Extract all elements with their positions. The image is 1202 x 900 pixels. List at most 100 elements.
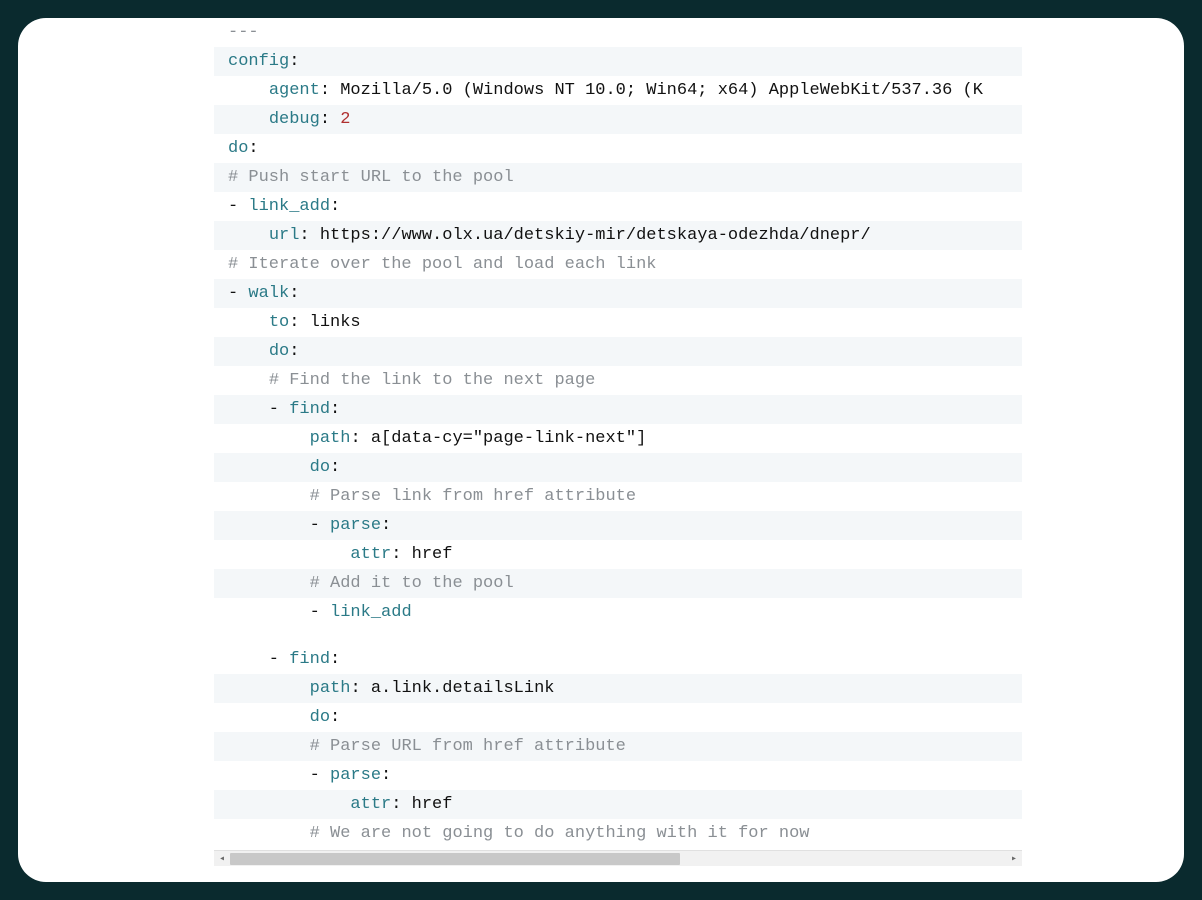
code-token: find bbox=[289, 400, 330, 419]
code-token bbox=[228, 81, 269, 100]
code-token bbox=[228, 824, 310, 843]
code-line: - parse: bbox=[214, 761, 1022, 790]
code-token: : bbox=[330, 708, 340, 727]
code-token: : bbox=[330, 458, 340, 477]
code-token: - bbox=[228, 650, 289, 669]
code-token: - bbox=[228, 766, 330, 785]
code-line: to: links bbox=[214, 308, 1022, 337]
code-token bbox=[228, 708, 310, 727]
code-token: # Iterate over the pool and load each li… bbox=[228, 255, 656, 274]
code-token: : Mozilla/5.0 (Windows NT 10.0; Win64; x… bbox=[320, 81, 983, 100]
code-block[interactable]: ---config: agent: Mozilla/5.0 (Windows N… bbox=[214, 18, 1022, 866]
code-line: path: a[data-cy="page-link-next"] bbox=[214, 424, 1022, 453]
code-token: to bbox=[269, 313, 289, 332]
code-token: --- bbox=[228, 23, 259, 42]
code-token: - bbox=[228, 516, 330, 535]
code-token: link_add bbox=[248, 197, 330, 216]
code-token bbox=[228, 795, 350, 814]
code-token bbox=[228, 110, 269, 129]
code-token: : bbox=[289, 52, 299, 71]
code-line: - walk: bbox=[214, 279, 1022, 308]
code-line: # We are not going to do anything with i… bbox=[214, 819, 1022, 848]
code-token: - bbox=[228, 284, 248, 303]
code-token: do bbox=[228, 139, 248, 158]
code-token: agent bbox=[269, 81, 320, 100]
code-token: - bbox=[228, 197, 248, 216]
code-line: - parse: bbox=[214, 511, 1022, 540]
code-line: config: bbox=[214, 47, 1022, 76]
code-token bbox=[228, 679, 310, 698]
code-token: path bbox=[310, 429, 351, 448]
code-token: : bbox=[381, 766, 391, 785]
code-token: : https://www.olx.ua/detskiy-mir/detskay… bbox=[299, 226, 870, 245]
code-token bbox=[228, 342, 269, 361]
code-token: do bbox=[310, 458, 330, 477]
code-token bbox=[228, 429, 310, 448]
code-line: do: bbox=[214, 134, 1022, 163]
code-token: walk bbox=[248, 284, 289, 303]
code-line: # Push start URL to the pool bbox=[214, 163, 1022, 192]
code-token bbox=[228, 226, 269, 245]
scroll-left-arrow-icon[interactable]: ◂ bbox=[214, 851, 230, 867]
code-token bbox=[228, 371, 269, 390]
code-token: path bbox=[310, 679, 351, 698]
code-token bbox=[228, 458, 310, 477]
code-line: # Iterate over the pool and load each li… bbox=[214, 250, 1022, 279]
code-token: # Parse link from href attribute bbox=[310, 487, 636, 506]
code-token bbox=[228, 545, 350, 564]
code-line: agent: Mozilla/5.0 (Windows NT 10.0; Win… bbox=[214, 76, 1022, 105]
code-token: : bbox=[289, 342, 299, 361]
code-line: - find: bbox=[214, 645, 1022, 674]
code-token: - bbox=[228, 603, 330, 622]
code-line: url: https://www.olx.ua/detskiy-mir/dets… bbox=[214, 221, 1022, 250]
code-token: # We are not going to do anything with i… bbox=[310, 824, 810, 843]
code-token: : bbox=[330, 197, 340, 216]
code-token: link_add bbox=[330, 603, 412, 622]
code-token: 2 bbox=[340, 110, 350, 129]
code-line: - find: bbox=[214, 395, 1022, 424]
code-token: : a[data-cy="page-link-next"] bbox=[350, 429, 646, 448]
code-blank-line bbox=[214, 627, 1022, 645]
code-token: : bbox=[248, 139, 258, 158]
code-token: parse bbox=[330, 516, 381, 535]
code-token: # Add it to the pool bbox=[310, 574, 514, 593]
scroll-right-arrow-icon[interactable]: ▸ bbox=[1006, 851, 1022, 867]
code-line: - link_add: bbox=[214, 192, 1022, 221]
code-token: : links bbox=[289, 313, 360, 332]
code-token: : href bbox=[391, 545, 452, 564]
code-token: attr bbox=[350, 795, 391, 814]
code-line: # Parse link from href attribute bbox=[214, 482, 1022, 511]
code-token: # Push start URL to the pool bbox=[228, 168, 514, 187]
code-line: # Parse URL from href attribute bbox=[214, 732, 1022, 761]
code-token: config bbox=[228, 52, 289, 71]
code-line: attr: href bbox=[214, 790, 1022, 819]
code-line: do: bbox=[214, 703, 1022, 732]
code-token: parse bbox=[330, 766, 381, 785]
code-line: - link_add bbox=[214, 598, 1022, 627]
code-lines: ---config: agent: Mozilla/5.0 (Windows N… bbox=[214, 18, 1022, 848]
scrollbar-thumb[interactable] bbox=[230, 853, 680, 865]
code-token: url bbox=[269, 226, 300, 245]
horizontal-scrollbar[interactable]: ◂ ▸ bbox=[214, 850, 1022, 866]
code-token: # Parse URL from href attribute bbox=[310, 737, 626, 756]
code-token: : bbox=[289, 284, 299, 303]
code-token: : bbox=[320, 110, 340, 129]
code-token bbox=[228, 313, 269, 332]
code-line: debug: 2 bbox=[214, 105, 1022, 134]
code-line: # Add it to the pool bbox=[214, 569, 1022, 598]
code-line: path: a.link.detailsLink bbox=[214, 674, 1022, 703]
scrollbar-track[interactable] bbox=[230, 851, 1006, 867]
code-token: do bbox=[310, 708, 330, 727]
code-token bbox=[228, 737, 310, 756]
code-token: : bbox=[381, 516, 391, 535]
code-line: attr: href bbox=[214, 540, 1022, 569]
code-line: --- bbox=[214, 18, 1022, 47]
code-token: : bbox=[330, 400, 340, 419]
code-token: do bbox=[269, 342, 289, 361]
code-token: : bbox=[330, 650, 340, 669]
code-token: # Find the link to the next page bbox=[269, 371, 595, 390]
code-token bbox=[228, 487, 310, 506]
code-token: debug bbox=[269, 110, 320, 129]
code-line: do: bbox=[214, 337, 1022, 366]
code-token: : href bbox=[391, 795, 452, 814]
